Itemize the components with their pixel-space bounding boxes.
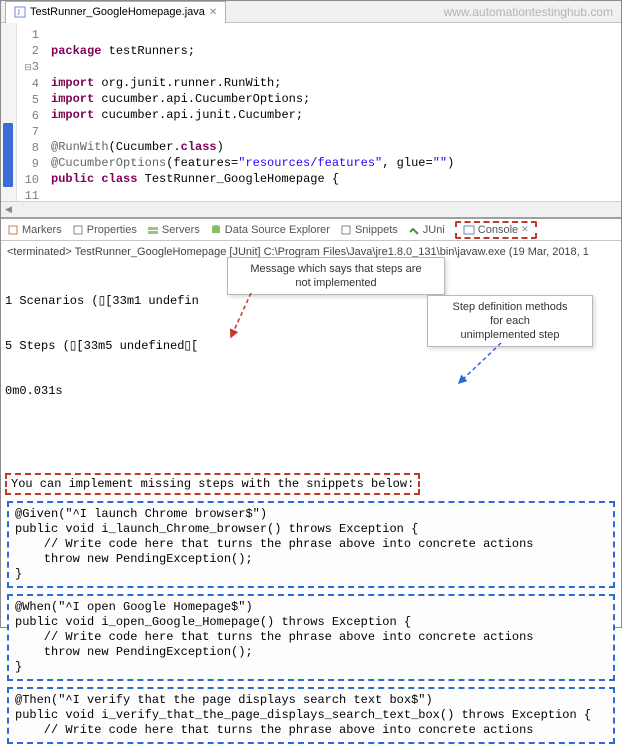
editor-horizontal-scrollbar[interactable]: ◀ — [1, 201, 621, 217]
code-editor[interactable]: 1 2 ⊟3 4 5 6 7 8 9 10 11 package testRun… — [1, 23, 621, 201]
junit-icon — [408, 224, 420, 236]
servers-icon — [147, 224, 159, 236]
tab-snippets[interactable]: Snippets — [340, 224, 398, 236]
hint-message: You can implement missing steps with the… — [5, 473, 420, 495]
editor-tab-bar: J TestRunner_GoogleHomepage.java ✕ www.a… — [1, 1, 621, 23]
code-area[interactable]: package testRunners; import org.junit.ru… — [45, 23, 621, 201]
editor-tab-label: TestRunner_GoogleHomepage.java — [30, 6, 205, 18]
editor-tab[interactable]: J TestRunner_GoogleHomepage.java ✕ — [5, 1, 226, 23]
tab-console[interactable]: Console ✕ — [455, 221, 537, 239]
console-area: <terminated> TestRunner_GoogleHomepage [… — [1, 241, 621, 752]
breakpoint-column[interactable] — [1, 23, 17, 201]
tab-properties[interactable]: Properties — [72, 224, 137, 236]
scroll-left-icon[interactable]: ◀ — [5, 204, 12, 215]
callout-step-definitions: Step definition methods for each unimple… — [427, 295, 593, 347]
snippet-given: @Given("^I launch Chrome browser$") publ… — [7, 501, 615, 588]
console-icon — [463, 224, 475, 236]
callout-not-implemented: Message which says that steps are not im… — [227, 257, 445, 295]
tab-markers[interactable]: Markers — [7, 224, 62, 236]
close-view-icon[interactable]: ✕ — [521, 224, 529, 235]
java-file-icon: J — [14, 6, 26, 18]
tab-data-source-explorer[interactable]: Data Source Explorer — [210, 224, 330, 236]
tab-junit[interactable]: JUni — [408, 224, 445, 236]
snippets-icon — [340, 224, 352, 236]
snippet-then: @Then("^I verify that the page displays … — [7, 687, 615, 744]
watermark-text: www.automationtestinghub.com — [444, 5, 621, 19]
line-gutter: 1 2 ⊟3 4 5 6 7 8 9 10 11 — [17, 23, 45, 201]
close-tab-icon[interactable]: ✕ — [209, 7, 217, 18]
database-icon — [210, 224, 222, 236]
snippet-when: @When("^I open Google Homepage$") public… — [7, 594, 615, 681]
bookmark-bar — [3, 123, 13, 187]
markers-icon — [7, 224, 19, 236]
views-tab-bar: Markers Properties Servers Data Source E… — [1, 219, 621, 241]
tab-servers[interactable]: Servers — [147, 224, 200, 236]
properties-icon — [72, 224, 84, 236]
svg-text:J: J — [17, 8, 20, 17]
